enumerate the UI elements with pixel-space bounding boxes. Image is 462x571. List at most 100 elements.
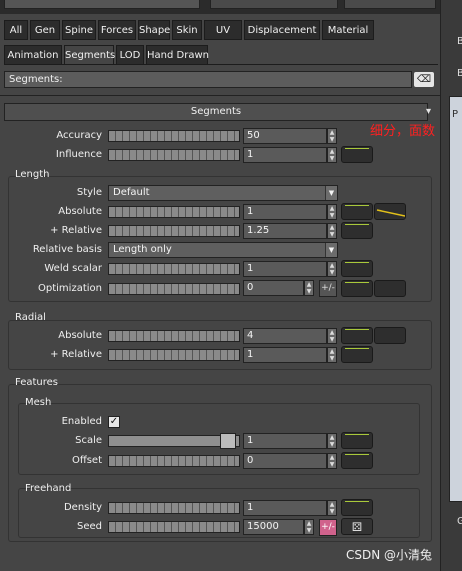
collapse-arrow-icon[interactable]: ▾ [426, 106, 431, 117]
density-slider[interactable] [108, 502, 240, 514]
influence-spinner[interactable]: ▲ ▼ [327, 147, 337, 163]
seed-label: Seed [77, 521, 102, 532]
mesh-scale-slider[interactable] [108, 433, 240, 449]
mesh-offset-field[interactable]: 0 [243, 453, 327, 469]
radial-absolute-profile-curve[interactable] [374, 327, 406, 344]
mesh-scale-field[interactable]: 1 [243, 433, 327, 449]
slider-thumb[interactable] [220, 433, 236, 449]
dice-icon[interactable]: ⚄ [341, 518, 373, 535]
style-label: Style [76, 187, 102, 198]
tab-material[interactable]: Material [322, 20, 374, 40]
length-absolute-key-curve[interactable] [341, 203, 373, 220]
length-absolute-slider[interactable] [108, 206, 240, 218]
optimization-plus-minus-button[interactable]: +/- [319, 280, 337, 297]
features-title: Features [15, 377, 58, 388]
accuracy-field[interactable]: 50 [243, 128, 327, 144]
radial-absolute-key-curve[interactable] [341, 327, 373, 344]
influence-key-curve[interactable] [341, 146, 373, 163]
accuracy-slider[interactable] [108, 130, 240, 142]
length-absolute-profile-curve[interactable] [374, 203, 406, 220]
length-relative-spinner[interactable]: ▲ ▼ [327, 223, 337, 239]
optimization-field[interactable]: 0 [243, 280, 304, 296]
length-relative-key-curve[interactable] [341, 222, 373, 239]
length-relative-slider[interactable] [108, 225, 240, 237]
mesh-scale-key-curve[interactable] [341, 432, 373, 449]
divider [0, 95, 440, 96]
watermark: CSDN @小清兔 [346, 548, 433, 562]
weld-scalar-slider[interactable] [108, 263, 240, 275]
segments-filter-field[interactable]: Segments: [4, 71, 412, 88]
length-relative-label: + Relative [50, 225, 102, 236]
weld-scalar-key-curve[interactable] [341, 260, 373, 277]
tab-divider [4, 64, 438, 65]
tab-hand-drawn[interactable]: Hand Drawn [146, 45, 209, 65]
weld-scalar-spinner[interactable]: ▲ ▼ [327, 261, 337, 277]
mesh-enabled-checkbox[interactable]: ✓ [108, 416, 120, 428]
relative-basis-label: Relative basis [32, 244, 102, 255]
optimization-spinner[interactable]: ▲ ▼ [304, 280, 314, 296]
mesh-offset-key-curve[interactable] [341, 452, 373, 469]
tab-displacement[interactable]: Displacement [244, 20, 320, 40]
seed-plus-minus-button[interactable]: +/- [319, 519, 337, 536]
style-dropdown-value: Default [113, 187, 150, 198]
radial-absolute-spinner[interactable]: ▲ ▼ [327, 328, 337, 344]
tab-animation[interactable]: Animation [4, 45, 62, 65]
tab-uv[interactable]: UV [204, 20, 242, 40]
accuracy-label: Accuracy [56, 130, 102, 141]
radial-relative-slider[interactable] [108, 349, 240, 361]
density-field[interactable]: 1 [243, 500, 327, 516]
seed-slider[interactable] [108, 521, 240, 533]
tab-forces[interactable]: Forces [98, 20, 136, 40]
radial-relative-spinner[interactable]: ▲ ▼ [327, 347, 337, 363]
influence-field[interactable]: 1 [243, 147, 327, 163]
tab-gen[interactable]: Gen [30, 20, 60, 40]
density-key-curve[interactable] [341, 499, 373, 516]
tab-spine[interactable]: Spine [62, 20, 96, 40]
clear-icon[interactable]: ⌫ [414, 72, 434, 87]
optimization-key-curve[interactable] [341, 280, 373, 297]
seed-field[interactable]: 15000 [243, 519, 304, 535]
chevron-down-icon: ▼ [325, 186, 337, 200]
mesh-offset-slider[interactable] [108, 455, 240, 467]
tab-shape[interactable]: Shape [138, 20, 170, 40]
seed-spinner[interactable]: ▲ ▼ [304, 519, 314, 535]
preview-viewport[interactable]: P [449, 96, 462, 502]
chevron-down-icon: ▼ [325, 243, 337, 257]
radial-absolute-field[interactable]: 4 [243, 328, 327, 344]
influence-label: Influence [55, 149, 102, 160]
length-relative-field[interactable]: 1.25 [243, 223, 327, 239]
right-side-panel: B B pe P G [440, 0, 462, 571]
radial-relative-label: + Relative [50, 349, 102, 360]
density-label: Density [63, 502, 102, 513]
length-absolute-spinner[interactable]: ▲ ▼ [327, 204, 337, 220]
tab-lod[interactable]: LOD [116, 45, 144, 65]
radial-relative-key-curve[interactable] [341, 346, 373, 363]
mesh-offset-spinner[interactable]: ▲ ▼ [327, 453, 337, 469]
toolbar-button[interactable] [344, 0, 436, 9]
weld-scalar-label: Weld scalar [44, 263, 102, 274]
toolbar-button[interactable] [4, 0, 200, 9]
optimization-variation-curve[interactable] [374, 280, 406, 297]
mesh-scale-label: Scale [75, 435, 102, 446]
length-absolute-label: Absolute [58, 206, 102, 217]
tab-skin[interactable]: Skin [172, 20, 202, 40]
radial-absolute-slider[interactable] [108, 330, 240, 342]
optimization-slider[interactable] [108, 283, 240, 295]
tab-segments[interactable]: Segments [64, 45, 115, 65]
mesh-title: Mesh [25, 397, 52, 408]
radial-relative-field[interactable]: 1 [243, 347, 327, 363]
mesh-scale-spinner[interactable]: ▲ ▼ [327, 433, 337, 449]
tab-all[interactable]: All [4, 20, 28, 40]
curve-graph-icon [376, 209, 405, 217]
mesh-enabled-label: Enabled [61, 416, 102, 427]
influence-slider[interactable] [108, 149, 240, 161]
relative-basis-dropdown[interactable]: Length only ▼ [108, 242, 338, 258]
density-spinner[interactable]: ▲ ▼ [327, 500, 337, 516]
style-dropdown[interactable]: Default ▼ [108, 185, 338, 201]
length-absolute-field[interactable]: 1 [243, 204, 327, 220]
accuracy-spinner[interactable]: ▲ ▼ [327, 128, 337, 144]
section-header-segments[interactable]: Segments [4, 103, 428, 121]
weld-scalar-field[interactable]: 1 [243, 261, 327, 277]
toolbar-button[interactable] [210, 0, 338, 9]
mesh-offset-label: Offset [71, 455, 102, 466]
